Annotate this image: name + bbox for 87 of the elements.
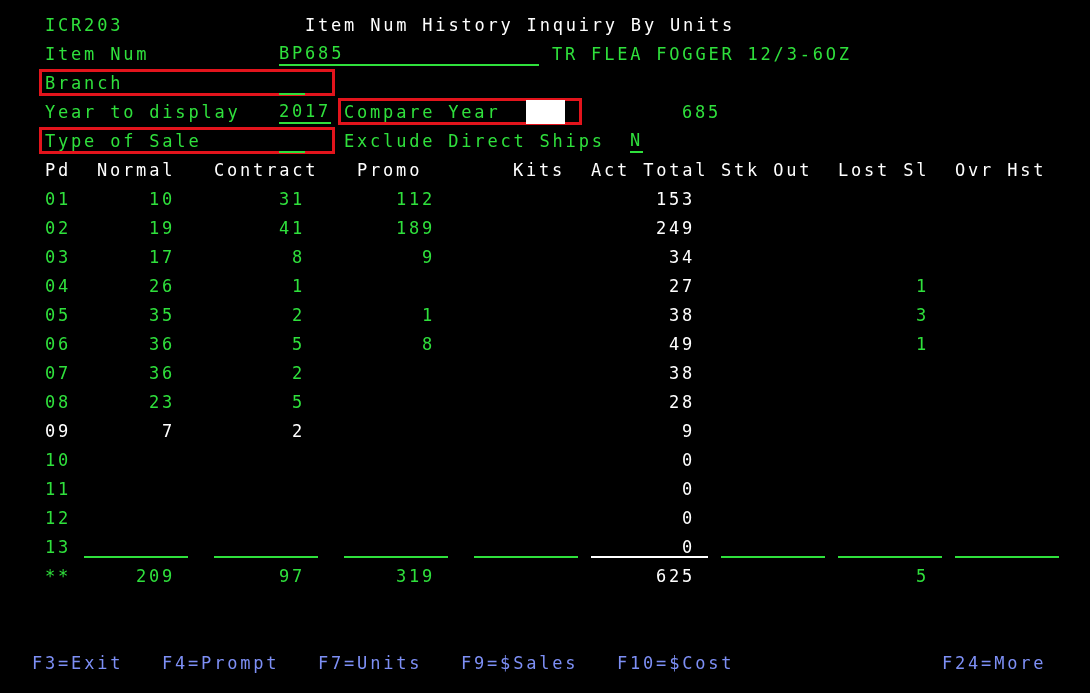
period-label: 03: [45, 245, 71, 268]
input-field[interactable]: 2017: [279, 99, 331, 124]
field-label: Year to display: [45, 100, 242, 123]
table-cell-text: 36: [147, 332, 175, 355]
table-cell-text: 23: [147, 390, 175, 413]
period-label: 11: [45, 477, 71, 500]
total-cell-text: 625: [654, 564, 695, 587]
column-header: Stk Out: [721, 158, 812, 181]
period-label: 01: [45, 187, 71, 210]
table-cell-text: 5: [290, 332, 305, 355]
input-field[interactable]: N: [630, 128, 643, 153]
field-label: Branch: [45, 71, 125, 94]
table-cell-text: 26: [147, 274, 175, 297]
table-cell-text: 2: [290, 361, 305, 384]
table-cell-text: 17: [147, 245, 175, 268]
period-label: 09: [45, 419, 71, 442]
table-cell-text: 5: [290, 390, 305, 413]
table-cell-text: 49: [667, 332, 695, 355]
program-id: ICR203: [45, 13, 123, 36]
period-label: 13: [45, 535, 71, 558]
total-cell-text: 97: [277, 564, 305, 587]
table-cell-text: 27: [667, 274, 695, 297]
table-cell-text: 28: [667, 390, 695, 413]
column-header: Act Total: [591, 158, 708, 181]
table-cell-text: 8: [420, 332, 435, 355]
table-cell-text: 41: [277, 216, 305, 239]
column-header: Kits: [513, 158, 565, 181]
input-field[interactable]: [526, 99, 565, 124]
period-label: 08: [45, 390, 71, 413]
period-label: 05: [45, 303, 71, 326]
period-label: 12: [45, 506, 71, 529]
period-label: 02: [45, 216, 71, 239]
function-key[interactable]: F4=Prompt: [162, 651, 292, 674]
table-cell-text: 1: [420, 303, 435, 326]
column-header: Contract: [214, 158, 318, 181]
table-cell-text: 1: [914, 274, 929, 297]
table-cell-text: 249: [654, 216, 695, 239]
table-cell-text: 112: [394, 187, 435, 210]
table-cell-text: 1: [914, 332, 929, 355]
item-description: TR FLEA FOGGER 12/3-6OZ: [552, 42, 853, 65]
table-cell-text: 34: [667, 245, 695, 268]
table-cell-text: 19: [147, 216, 175, 239]
totals-label: **: [45, 564, 71, 587]
period-label: 04: [45, 274, 71, 297]
column-header: Normal: [97, 158, 175, 181]
column-header: Pd: [45, 158, 71, 181]
table-cell-text: 3: [914, 303, 929, 326]
table-cell-text: 2: [290, 303, 305, 326]
table-cell-text: 8: [290, 245, 305, 268]
period-label: 07: [45, 361, 71, 384]
table-cell-text: 35: [147, 303, 175, 326]
function-key[interactable]: F9=$Sales: [461, 651, 591, 674]
table-cell-text: 0: [680, 477, 695, 500]
period-label: 06: [45, 332, 71, 355]
total-cell-text: 319: [394, 564, 435, 587]
table-cell-text: 9: [680, 419, 695, 442]
table-cell-text: 38: [667, 361, 695, 384]
table-cell-text: 31: [277, 187, 305, 210]
table-cell-text: 36: [147, 361, 175, 384]
input-field[interactable]: BP685: [279, 41, 539, 66]
field-label: Item Num: [45, 42, 151, 65]
field-label: Exclude Direct Ships: [344, 129, 606, 152]
table-cell-text: 10: [147, 187, 175, 210]
function-key[interactable]: F24=More: [942, 651, 1072, 674]
field-label: Type of Sale: [45, 129, 203, 152]
table-cell-text: 189: [394, 216, 435, 239]
table-cell-text: 1: [290, 274, 305, 297]
table-cell-text: 2: [290, 419, 305, 442]
function-key[interactable]: F7=Units: [318, 651, 448, 674]
table-cell-text: 0: [680, 448, 695, 471]
period-label: 10: [45, 448, 71, 471]
column-header: Promo: [357, 158, 422, 181]
column-header: Lost Sl: [838, 158, 929, 181]
table-cell-text: 0: [680, 535, 695, 558]
table-cell-text: 38: [667, 303, 695, 326]
table-cell-text: 7: [160, 419, 175, 442]
column-header: Ovr Hst: [955, 158, 1046, 181]
item-code: 685: [682, 100, 721, 123]
table-cell-text: 0: [680, 506, 695, 529]
table-cell-text: 9: [420, 245, 435, 268]
function-key[interactable]: F3=Exit: [32, 651, 162, 674]
function-key[interactable]: F10=$Cost: [617, 651, 747, 674]
field-label: Compare Year: [344, 100, 502, 123]
screen-title: Item Num History Inquiry By Units: [305, 13, 734, 36]
total-cell-text: 209: [134, 564, 175, 587]
table-cell-text: 153: [654, 187, 695, 210]
total-cell-text: 5: [914, 564, 929, 587]
